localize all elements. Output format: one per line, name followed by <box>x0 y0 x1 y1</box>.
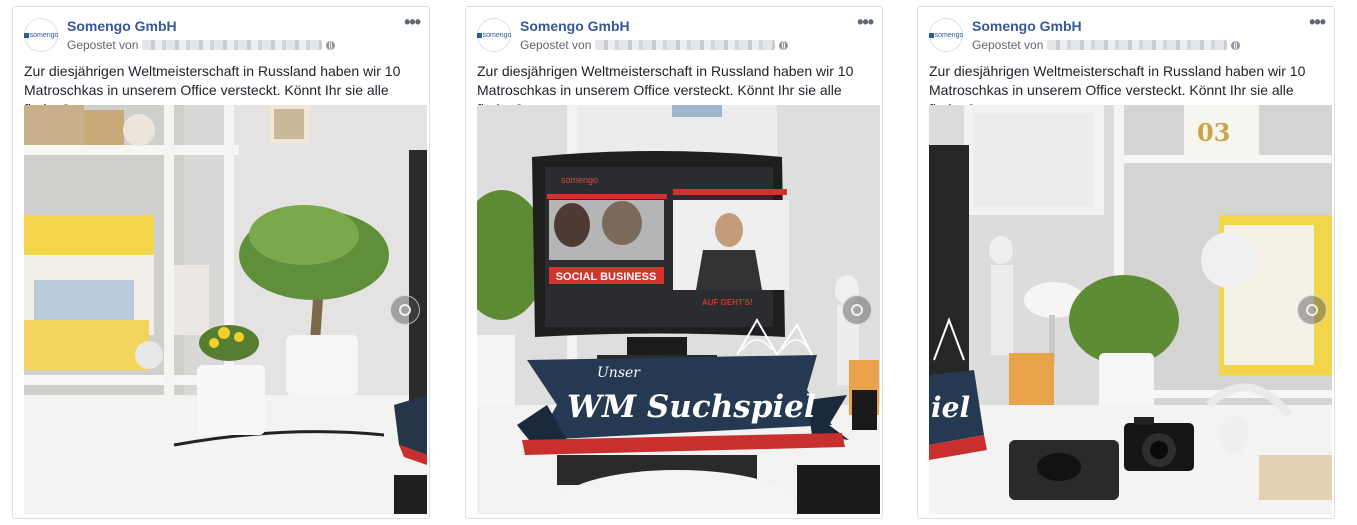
post-card-2: somengo Somengo GmbH Gepostet von ••• Zu… <box>465 6 883 519</box>
globe-icon[interactable] <box>326 40 336 50</box>
somengo-logo: somengo <box>928 32 963 39</box>
post-meta: Gepostet von <box>67 38 336 52</box>
post-photo-360[interactable]: somengo SOCIAL BUSINESS AUF GEHT'S! Unse… <box>477 105 880 514</box>
page-avatar[interactable]: somengo <box>23 18 58 52</box>
post-card-3: somengo Somengo GmbH Gepostet von ••• Zu… <box>917 6 1335 519</box>
monitor-banner-auf-gehts: AUF GEHT'S! <box>702 298 753 307</box>
office-photo-monitor-sign: somengo SOCIAL BUSINESS AUF GEHT'S! Unse… <box>477 105 880 514</box>
page-name-link[interactable]: Somengo GmbH <box>520 18 630 34</box>
post-meta: Gepostet von <box>972 38 1241 52</box>
redacted-author-date <box>142 40 323 50</box>
more-options-icon[interactable]: ••• <box>1309 13 1326 31</box>
box-number-03: 03 <box>1197 118 1230 147</box>
post-photo-360[interactable] <box>24 105 427 514</box>
redacted-author-date <box>595 40 776 50</box>
post-meta: Gepostet von <box>520 38 789 52</box>
office-photo-shelf-plant <box>24 105 427 514</box>
posted-by-label: Gepostet von <box>972 38 1044 52</box>
page-avatar[interactable]: somengo <box>476 18 511 52</box>
panorama-360-icon[interactable] <box>1297 295 1327 325</box>
globe-icon[interactable] <box>1231 40 1241 50</box>
globe-icon[interactable] <box>779 40 789 50</box>
more-options-icon[interactable]: ••• <box>404 13 421 31</box>
monitor-banner-social-business: SOCIAL BUSINESS <box>556 271 657 283</box>
panorama-360-icon[interactable] <box>842 295 872 325</box>
sign-text-unser: Unser <box>597 365 641 381</box>
post-card-1: somengo Somengo GmbH Gepostet von ••• Zu… <box>12 6 430 519</box>
posted-by-label: Gepostet von <box>520 38 592 52</box>
sign-text-wm-suchspiel: WM Suchspiel <box>567 389 816 425</box>
office-photo-camera-desk: 03 iel <box>929 105 1332 514</box>
sign-fragment: iel <box>931 391 970 424</box>
page-name-link[interactable]: Somengo GmbH <box>972 18 1082 34</box>
panorama-360-icon[interactable] <box>390 295 420 325</box>
redacted-author-date <box>1047 40 1228 50</box>
page-avatar[interactable]: somengo <box>928 18 963 52</box>
monitor-brand: somengo <box>561 175 598 185</box>
somengo-logo: somengo <box>23 32 58 39</box>
somengo-logo: somengo <box>476 32 511 39</box>
more-options-icon[interactable]: ••• <box>857 13 874 31</box>
post-photo-360[interactable]: 03 iel <box>929 105 1332 514</box>
posted-by-label: Gepostet von <box>67 38 139 52</box>
page-name-link[interactable]: Somengo GmbH <box>67 18 177 34</box>
